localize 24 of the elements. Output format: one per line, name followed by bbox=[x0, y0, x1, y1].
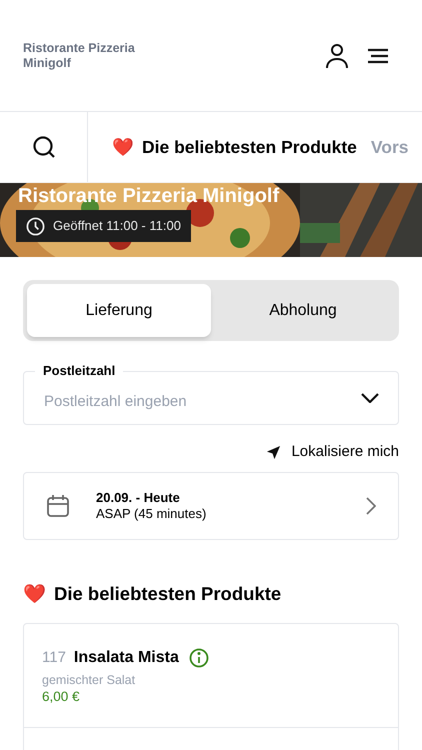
info-icon bbox=[188, 648, 209, 668]
opening-hours: Geöffnet 11:00 - 11:00 bbox=[53, 217, 181, 236]
product-price: 6,00 € bbox=[42, 688, 81, 706]
menu-icon[interactable] bbox=[367, 48, 389, 64]
chevron-right-icon bbox=[366, 496, 376, 514]
calendar-icon bbox=[46, 494, 70, 518]
order-mode-tab[interactable]: Lieferung bbox=[27, 284, 211, 337]
product-number: 117 bbox=[42, 648, 66, 668]
restaurant-name: Ristorante Pizzeria Minigolf bbox=[23, 40, 136, 70]
order-mode-tab[interactable]: Abholung bbox=[211, 284, 395, 337]
chevron-down-icon bbox=[361, 393, 379, 403]
locate-me-link[interactable]: Lokalisiere mich bbox=[266, 441, 399, 464]
hero-title: Ristorante Pizzeria Minigolf bbox=[18, 184, 280, 208]
section-heading: ❤ Die beliebtesten Produkte bbox=[23, 582, 282, 606]
delivery-time-card[interactable]: 20.09. - Heute ASAP (45 minutes) bbox=[23, 472, 399, 540]
product-name: Insalata Mista bbox=[74, 648, 179, 668]
delivery-time: ASAP (45 minutes) bbox=[96, 506, 208, 522]
category-tab[interactable]: ❤ Die beliebtesten Produkte bbox=[112, 134, 357, 160]
account-icon[interactable] bbox=[325, 42, 349, 68]
clock-icon bbox=[26, 216, 45, 236]
product-item[interactable]: 117 Insalata Mista gemischter Salat 6,00 € bbox=[24, 624, 398, 728]
location-arrow-icon bbox=[266, 444, 282, 460]
product-description: gemischter Salat bbox=[42, 672, 136, 688]
delivery-date: 20.09. - Heute bbox=[96, 490, 181, 506]
